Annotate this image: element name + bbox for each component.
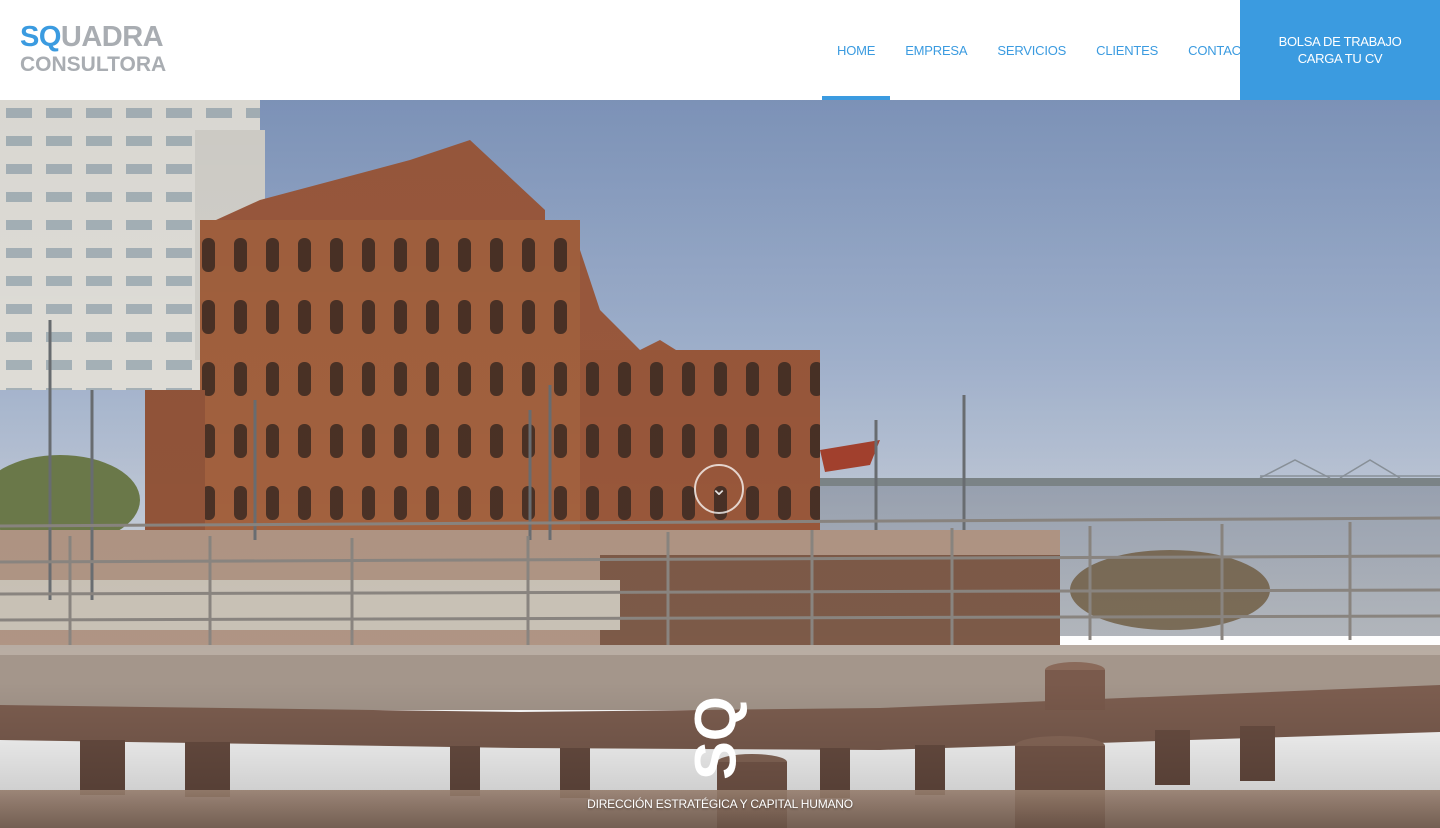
scroll-down-button[interactable]: ⌄ (694, 464, 744, 514)
hero-banner: ⌄ SQ DIRECCIÓN ESTRATÉGICA Y CAPITAL HUM… (0, 100, 1440, 828)
nav-item-home[interactable]: HOME (822, 0, 891, 100)
logo-rest: UADRA (60, 21, 164, 53)
nav-item-clientes[interactable]: CLIENTES (1081, 0, 1173, 100)
nav-label: CLIENTES (1096, 42, 1159, 58)
cta-line1: BOLSA DE TRABAJO (1278, 34, 1402, 49)
logo-wordmark: SQUADRA (20, 21, 166, 53)
nav-label: SERVICIOS (997, 42, 1067, 58)
nav-label: HOME (837, 42, 876, 58)
site-header: SQUADRA CONSULTORA HOME EMPRESA SERVICIO… (0, 0, 1440, 100)
nav-label: EMPRESA (905, 42, 968, 58)
main-nav: HOME EMPRESA SERVICIOS CLIENTES CONTACTO (822, 0, 1273, 100)
logo[interactable]: SQUADRA CONSULTORA (20, 21, 167, 78)
nav-item-servicios[interactable]: SERVICIOS (982, 0, 1081, 100)
logo-subtitle: CONSULTORA (20, 53, 167, 76)
cta-line2: CARGA TU CV (1297, 51, 1383, 66)
chevron-down-icon: ⌄ (710, 478, 728, 500)
brand-logo-mark: SQ (683, 696, 748, 780)
nav-item-empresa[interactable]: EMPRESA (890, 0, 982, 100)
logo-highlight: SQ (20, 21, 61, 53)
brand-mark-text: SQ (683, 696, 748, 780)
hero-tagline: DIRECCIÓN ESTRATÉGICA Y CAPITAL HUMANO (587, 797, 853, 811)
job-board-button[interactable]: BOLSA DE TRABAJO CARGA TU CV (1240, 0, 1440, 100)
